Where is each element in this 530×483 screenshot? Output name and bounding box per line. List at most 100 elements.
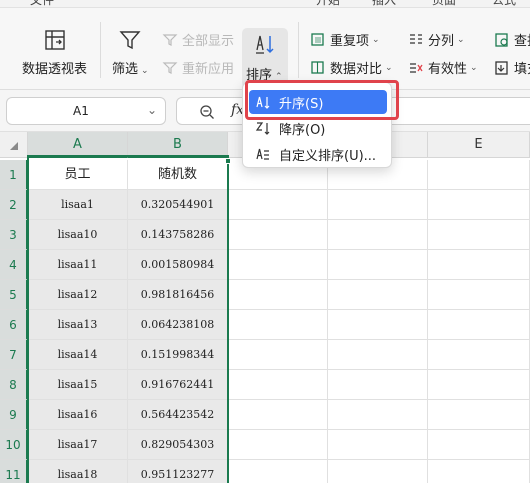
table-cell[interactable] [228, 460, 328, 483]
sort-descending-item[interactable]: 降序(O) [249, 116, 387, 140]
tab-home[interactable]: 开始 [316, 0, 340, 7]
table-cell[interactable]: lisaa13 [28, 310, 128, 340]
table-cell[interactable] [328, 310, 428, 340]
row-header[interactable]: 7 [0, 340, 28, 370]
table-cell[interactable]: 0.951123277 [128, 460, 228, 483]
table-cell[interactable] [428, 250, 530, 280]
table-cell[interactable]: lisaa10 [28, 220, 128, 250]
table-cell[interactable] [428, 220, 530, 250]
zoom-out-icon[interactable] [199, 104, 215, 120]
table-cell[interactable]: lisaa1 [28, 190, 128, 220]
pivot-table-label: 数据透视表 [22, 62, 88, 77]
table-cell[interactable]: 0.151998344 [128, 340, 228, 370]
table-cell[interactable] [228, 370, 328, 400]
table-cell[interactable] [428, 160, 530, 190]
table-cell[interactable] [228, 340, 328, 370]
validity-icon [410, 62, 423, 73]
table-cell[interactable]: 0.916762441 [128, 370, 228, 400]
validity-button[interactable]: 有效性 ⌄ [408, 58, 478, 77]
row-header[interactable]: 4 [0, 250, 28, 280]
row-header[interactable]: 1 [0, 160, 28, 190]
filter-button[interactable]: 筛选 ⌄ [112, 28, 149, 77]
header-cell-random[interactable]: 随机数 [128, 160, 228, 190]
table-cell[interactable]: lisaa17 [28, 430, 128, 460]
table-cell[interactable] [428, 370, 530, 400]
tab-insert[interactable]: 插入 [372, 0, 396, 7]
table-cell[interactable]: 0.320544901 [128, 190, 228, 220]
table-cell[interactable] [328, 340, 428, 370]
fill-button[interactable]: 填充 [494, 58, 530, 77]
table-cell[interactable] [228, 190, 328, 220]
clear-all-button[interactable]: 全部显示 [162, 30, 234, 49]
table-cell[interactable] [428, 190, 530, 220]
table-cell[interactable] [228, 400, 328, 430]
header-cell-employee[interactable]: 员工 [28, 160, 128, 190]
row-header[interactable]: 5 [0, 280, 28, 310]
sort-ascending-icon [256, 96, 270, 109]
duplicates-button[interactable]: 重复项 ⌄ [310, 30, 380, 49]
table-cell[interactable] [328, 220, 428, 250]
table-cell[interactable]: 0.829054303 [128, 430, 228, 460]
table-cell[interactable]: lisaa15 [28, 370, 128, 400]
table-cell[interactable]: lisaa12 [28, 280, 128, 310]
table-cell[interactable] [228, 310, 328, 340]
table-cell[interactable] [428, 460, 530, 483]
table-cell[interactable] [328, 460, 428, 483]
fill-handle[interactable] [225, 158, 231, 164]
reapply-button[interactable]: 重新应用 [162, 58, 234, 77]
table-cell[interactable] [228, 280, 328, 310]
table-cell[interactable] [328, 430, 428, 460]
name-box[interactable]: A1 ⌄ [6, 97, 166, 125]
compare-button[interactable]: 数据对比 ⌄ [310, 58, 393, 77]
table-cell[interactable] [328, 250, 428, 280]
column-header-e[interactable]: E [428, 132, 530, 158]
table-cell[interactable] [428, 340, 530, 370]
table-cell[interactable]: lisaa11 [28, 250, 128, 280]
select-all-corner[interactable] [0, 132, 28, 158]
table-cell[interactable] [328, 370, 428, 400]
table-cell[interactable]: 0.143758286 [128, 220, 228, 250]
column-header-a[interactable]: A [28, 132, 128, 158]
custom-sort-item[interactable]: 自定义排序(U)... [249, 142, 387, 166]
table-cell[interactable]: 0.001580984 [128, 250, 228, 280]
table-cell[interactable] [328, 400, 428, 430]
table-cell[interactable] [228, 250, 328, 280]
table-cell[interactable]: lisaa18 [28, 460, 128, 483]
table-cell[interactable] [328, 190, 428, 220]
sort-descending-label: 降序(O) [279, 122, 326, 138]
row-header[interactable]: 8 [0, 370, 28, 400]
table-cell[interactable]: 0.064238108 [128, 310, 228, 340]
table-cell[interactable]: lisaa14 [28, 340, 128, 370]
row-header[interactable]: 10 [0, 430, 28, 460]
duplicates-label: 重复项 [330, 34, 370, 49]
pivot-table-button[interactable]: 数据透视表 [22, 28, 87, 77]
ribbon-divider [298, 22, 299, 78]
sort-ascending-item[interactable]: 升序(S) [249, 90, 387, 114]
row-header[interactable]: 11 [0, 460, 28, 483]
tab-file[interactable]: 文件 [30, 0, 54, 7]
sort-icon [256, 35, 274, 54]
sort-button[interactable]: 排序 ⌃ [242, 28, 288, 88]
table-cell[interactable] [228, 220, 328, 250]
table-cell[interactable] [228, 430, 328, 460]
table-cell[interactable]: 0.981816456 [128, 280, 228, 310]
row-header[interactable]: 2 [0, 190, 28, 220]
split-column-button[interactable]: 分列 ⌄ [408, 30, 465, 49]
clear-filter-icon [162, 33, 178, 46]
lookup-button[interactable]: 查找 [494, 30, 530, 49]
table-cell[interactable] [428, 430, 530, 460]
row-header[interactable]: 9 [0, 400, 28, 430]
table-cell[interactable]: lisaa16 [28, 400, 128, 430]
table-cell[interactable] [428, 280, 530, 310]
tab-page[interactable]: 页面 [432, 0, 456, 7]
tab-formula[interactable]: 公式 [492, 0, 516, 7]
table-cell[interactable] [428, 400, 530, 430]
table-cell[interactable] [428, 310, 530, 340]
table-cell[interactable] [328, 280, 428, 310]
row-header[interactable]: 6 [0, 310, 28, 340]
chevron-down-icon[interactable]: ⌄ [147, 103, 157, 117]
row-header[interactable]: 3 [0, 220, 28, 250]
column-header-b[interactable]: B [128, 132, 228, 158]
chevron-down-icon[interactable]: ⌄ [141, 66, 149, 76]
table-cell[interactable]: 0.564423542 [128, 400, 228, 430]
